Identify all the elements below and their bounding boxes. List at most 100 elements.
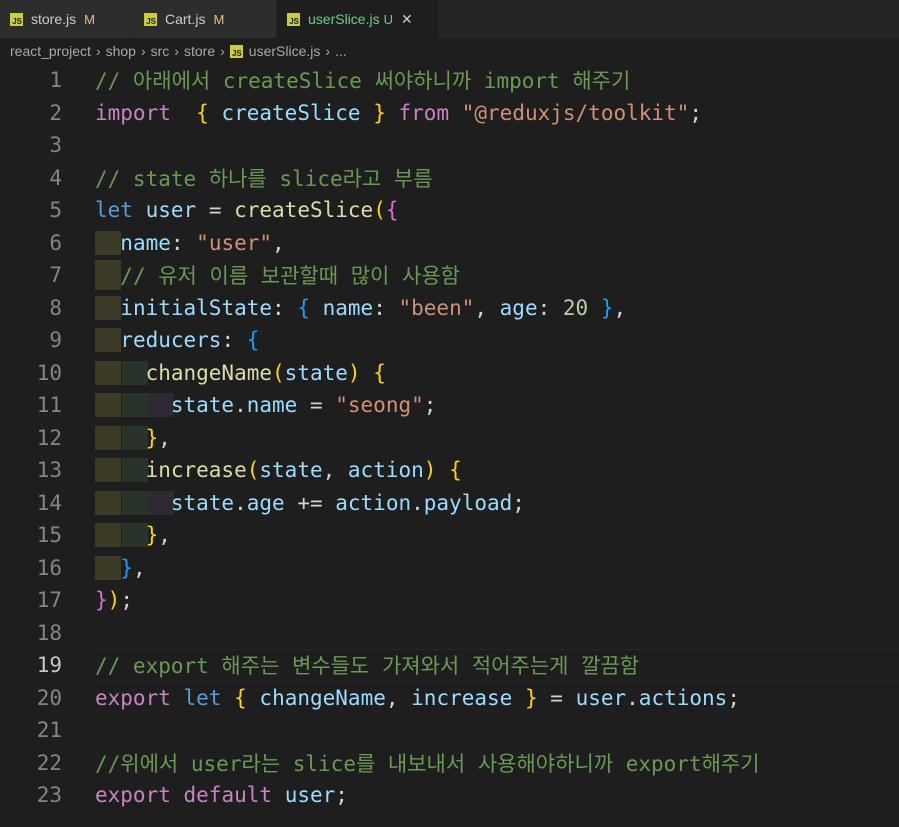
code-text: export let { changeName, increase } = us… <box>95 686 740 710</box>
tab-bar: JS store.js M JS Cart.js M JS userSlice.… <box>0 0 899 38</box>
code-line[interactable]: 23 export default user; <box>0 779 899 812</box>
breadcrumb-item-symbols[interactable]: ... <box>335 43 347 59</box>
breadcrumb-item-src[interactable]: src <box>151 43 170 59</box>
code-token: //위에서 user라는 slice를 내보내서 사용해야하니까 export해… <box>95 751 760 776</box>
breadcrumb-item-store[interactable]: store <box>184 43 215 59</box>
code-line[interactable]: 3 <box>0 129 899 162</box>
code-line[interactable]: 11 state.name = "seong"; <box>0 389 899 422</box>
code-token: = <box>297 393 336 418</box>
code-text: // state 하나를 slice라고 부름 <box>95 163 433 193</box>
code-token: // state 하나를 slice라고 부름 <box>95 166 433 191</box>
code-line[interactable]: 18 <box>0 617 899 650</box>
code-line[interactable]: 5 let user = createSlice({ <box>0 194 899 227</box>
code-line[interactable]: 12 }, <box>0 422 899 455</box>
code-token: , <box>474 295 500 320</box>
code-token: ( <box>272 360 285 385</box>
code-token: name <box>246 393 298 418</box>
code-token: increase <box>145 458 247 483</box>
code-token: . <box>234 490 247 515</box>
line-number: 18 <box>36 620 62 645</box>
code-token: { <box>246 328 260 353</box>
code-line[interactable]: 6 name: "user", <box>0 227 899 260</box>
code-token: ; <box>727 685 740 710</box>
tab-label: userSlice.js <box>308 11 380 27</box>
code-token: reducers <box>120 328 222 353</box>
code-token: // export 해주는 변수들도 가져와서 적어주는게 깔끔함 <box>95 654 640 679</box>
code-line[interactable]: 4 // state 하나를 slice라고 부름 <box>0 162 899 195</box>
tab-store-js[interactable]: JS store.js M <box>0 0 134 38</box>
code-token: user <box>284 783 336 808</box>
code-text: }, <box>95 523 171 548</box>
tab-label: Cart.js <box>165 11 206 27</box>
code-token: { <box>385 198 399 223</box>
code-token: action <box>347 458 424 483</box>
line-number: 8 <box>49 295 62 320</box>
code-line[interactable]: 19 // export 해주는 변수들도 가져와서 적어주는게 깔끔함 <box>0 649 899 682</box>
code-token: name <box>120 230 171 255</box>
code-line[interactable]: 13 increase(state, action) { <box>0 454 899 487</box>
line-number: 4 <box>49 165 62 190</box>
line-number: 3 <box>49 133 62 158</box>
code-token: . <box>234 393 247 418</box>
code-line[interactable]: 2 import { createSlice } from "@reduxjs/t… <box>0 97 899 130</box>
code-token: changeName <box>145 360 273 385</box>
breadcrumb-item-shop[interactable]: shop <box>106 43 136 59</box>
code-token: ; <box>335 783 348 808</box>
code-editor[interactable]: 1 // 아래에서 createSlice 써야하니까 import 해주기 2 im… <box>0 64 899 812</box>
tab-cart-js[interactable]: JS Cart.js M <box>134 0 277 38</box>
code-token: state <box>170 490 235 515</box>
code-token: , <box>385 685 412 710</box>
breadcrumb-item-react-project[interactable]: react_project <box>10 43 91 59</box>
code-token: export <box>95 783 171 808</box>
code-token: "@reduxjs/toolkit" <box>461 100 690 125</box>
breadcrumb-item-file[interactable]: userSlice.js <box>249 43 321 59</box>
code-token: { <box>297 295 310 320</box>
code-token: ( <box>373 198 386 223</box>
line-number: 2 <box>49 100 62 125</box>
code-token: } <box>145 523 159 548</box>
chevron-right-icon: › <box>95 43 101 59</box>
code-token: createSlice <box>234 198 374 223</box>
code-token: initialState <box>120 295 273 320</box>
code-line[interactable]: 22 //위에서 user라는 slice를 내보내서 사용해야하니까 expor… <box>0 747 899 780</box>
code-line[interactable]: 20 export let { changeName, increase } = … <box>0 682 899 715</box>
code-token: = <box>537 685 576 710</box>
code-text: name: "user", <box>95 230 285 255</box>
line-number: 20 <box>36 685 62 710</box>
code-token: increase <box>411 685 513 710</box>
code-line[interactable]: 10 changeName(state) { <box>0 357 899 390</box>
code-line[interactable]: 21 <box>0 714 899 747</box>
code-token: actions <box>638 685 728 710</box>
line-number: 17 <box>36 588 62 613</box>
code-text: //위에서 user라는 slice를 내보내서 사용해야하니까 export해… <box>95 748 760 778</box>
line-number: 5 <box>49 198 62 223</box>
code-line[interactable]: 8 initialState: { name: "been", age: 20 … <box>0 292 899 325</box>
code-line[interactable]: 7 // 유저 이름 보관할때 많이 사용함 <box>0 259 899 292</box>
code-token: , <box>132 555 146 580</box>
code-line[interactable]: 1 // 아래에서 createSlice 써야하니까 import 해주기 <box>0 64 899 97</box>
code-line[interactable]: 16 }, <box>0 552 899 585</box>
code-text: let user = createSlice({ <box>95 198 399 222</box>
code-token: ) <box>347 360 361 385</box>
code-line[interactable]: 9 reducers: { <box>0 324 899 357</box>
code-token: . <box>411 490 424 515</box>
code-token: // 유저 이름 보관할때 많이 사용함 <box>120 264 460 289</box>
code-line[interactable]: 15 }, <box>0 519 899 552</box>
code-token: age <box>246 490 285 515</box>
code-token: , <box>613 295 627 320</box>
code-line[interactable]: 14 state.age += action.payload; <box>0 487 899 520</box>
code-line[interactable]: 17}); <box>0 584 899 617</box>
tab-userslice-js[interactable]: JS userSlice.js U ✕ <box>277 0 439 38</box>
code-token: , <box>272 230 285 255</box>
code-token: : <box>373 295 399 320</box>
chevron-right-icon: › <box>174 43 179 59</box>
close-icon[interactable]: ✕ <box>401 11 413 28</box>
